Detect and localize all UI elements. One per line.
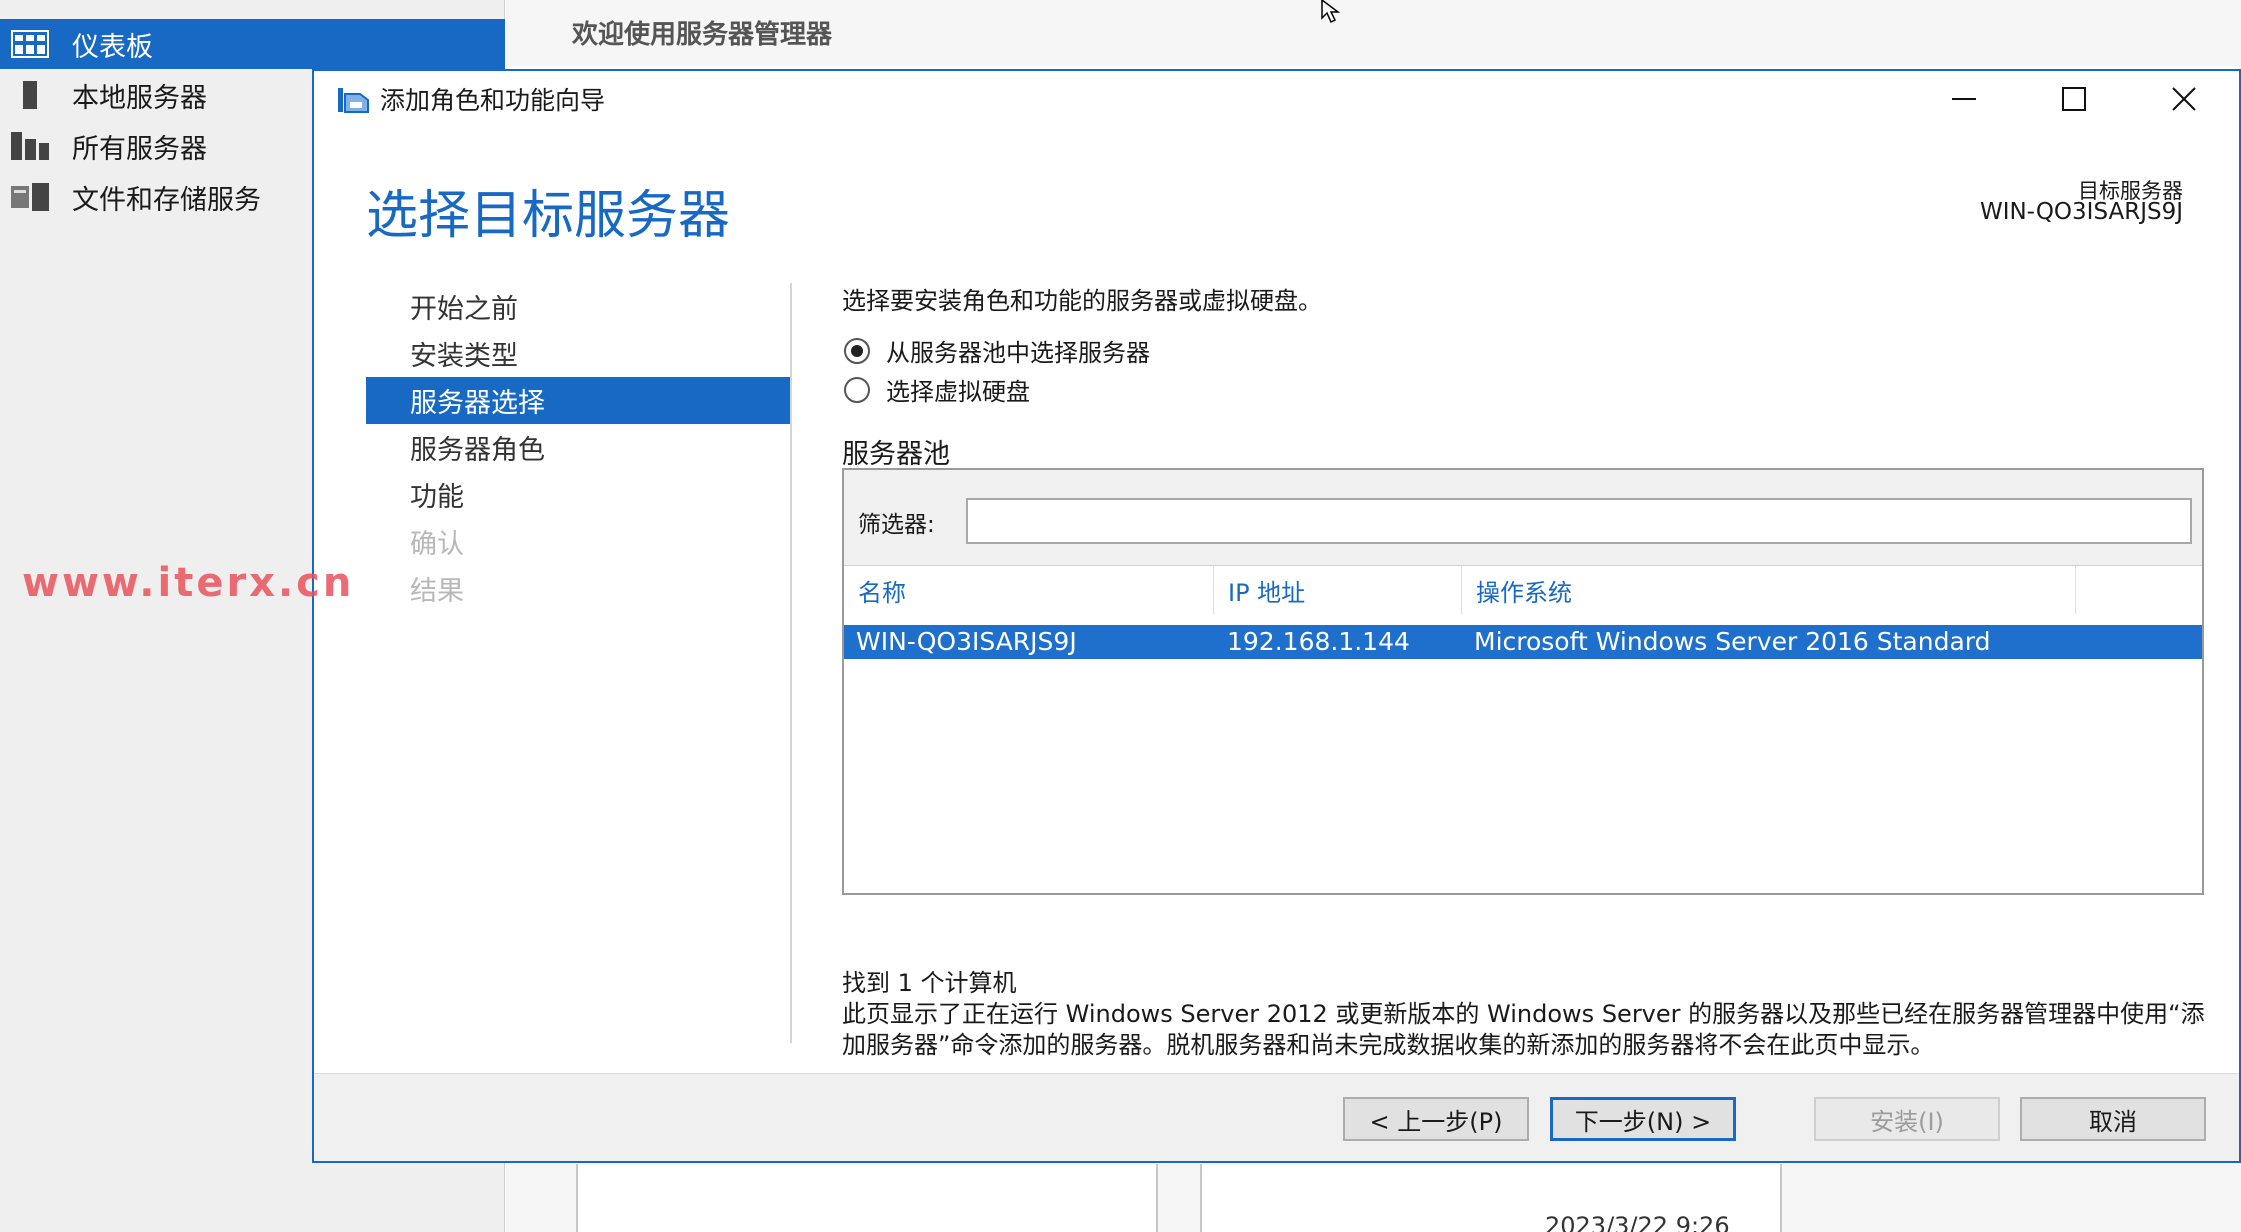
- install-button: 安装(I): [1814, 1097, 2000, 1141]
- cell-os: Microsoft Windows Server 2016 Standard: [1474, 627, 1991, 656]
- server-manager-tile: [576, 1164, 1158, 1232]
- step-server-selection[interactable]: 服务器选择: [366, 377, 790, 424]
- step-features[interactable]: 功能: [366, 471, 790, 518]
- column-header-empty: [2076, 566, 2202, 614]
- server-pool-label: 服务器池: [842, 439, 950, 470]
- target-server-value: WIN-QO3ISARJS9J: [1979, 199, 2183, 225]
- server-manager-welcome-title: 欢迎使用服务器管理器: [572, 20, 833, 50]
- server-manager-timestamp: 2023/3/22 9:26: [1545, 1212, 1730, 1232]
- dashboard-icon: [0, 30, 60, 58]
- column-header-os[interactable]: 操作系统: [1462, 566, 2076, 614]
- close-button[interactable]: [2129, 71, 2239, 127]
- previous-button[interactable]: < 上一步(P): [1343, 1097, 1529, 1141]
- nav-item-label: 所有服务器: [72, 133, 207, 165]
- file-storage-icon: [0, 182, 60, 212]
- step-before-you-begin[interactable]: 开始之前: [366, 283, 790, 330]
- column-header-name[interactable]: 名称: [844, 566, 1214, 614]
- nav-item-label: 文件和存储服务: [72, 184, 261, 216]
- option-virtual-hard-disk[interactable]: 选择虚拟硬盘: [844, 372, 1030, 407]
- table-row[interactable]: WIN-QO3ISARJS9J 192.168.1.144 Microsoft …: [844, 625, 2202, 659]
- wizard-steps: 开始之前 安装类型 服务器选择 服务器角色 功能 确认 结果: [366, 283, 790, 612]
- nav-item-dashboard[interactable]: 仪表板: [0, 19, 505, 69]
- step-installation-type[interactable]: 安装类型: [366, 330, 790, 377]
- maximize-icon: [2062, 87, 2086, 111]
- description-text: 此页显示了正在运行 Windows Server 2012 或更新版本的 Win…: [842, 1000, 2205, 1059]
- minimize-icon: [1952, 98, 1976, 100]
- radio-button-checked[interactable]: [844, 337, 870, 364]
- option-label: 选择虚拟硬盘: [886, 378, 1030, 406]
- found-count-text: 找到 1 个计算机: [842, 969, 1017, 997]
- radio-button[interactable]: [844, 376, 870, 403]
- filter-bar: 筛选器:: [844, 470, 2202, 566]
- add-roles-wizard-dialog: 添加角色和功能向导 选择目标服务器 目标服务器 WIN-QO3ISARJS9J …: [312, 69, 2241, 1163]
- next-button[interactable]: 下一步(N) >: [1550, 1097, 1736, 1141]
- nav-item-label: 本地服务器: [72, 82, 207, 114]
- column-header-ip[interactable]: IP 地址: [1214, 566, 1462, 614]
- steps-divider: [790, 283, 792, 1043]
- filter-input[interactable]: [966, 498, 2192, 544]
- local-server-icon: [0, 80, 60, 110]
- step-confirmation: 确认: [410, 529, 464, 560]
- option-server-pool[interactable]: 从服务器池中选择服务器: [844, 333, 1150, 368]
- close-icon: [2172, 87, 2196, 111]
- cell-ip: 192.168.1.144: [1227, 627, 1410, 656]
- nav-item-label: 仪表板: [72, 31, 153, 63]
- maximize-button[interactable]: [2019, 71, 2129, 127]
- watermark-text: www.iterx.cn: [22, 560, 355, 606]
- option-label: 从服务器池中选择服务器: [886, 339, 1150, 367]
- intro-text: 选择要安装角色和功能的服务器或虚拟硬盘。: [842, 287, 1322, 315]
- filter-label: 筛选器:: [858, 512, 935, 538]
- minimize-button[interactable]: [1909, 71, 2019, 127]
- dialog-titlebar[interactable]: 添加角色和功能向导: [314, 71, 2239, 127]
- cell-name: WIN-QO3ISARJS9J: [856, 627, 1077, 656]
- server-pool-table: 筛选器: 名称 IP 地址 操作系统 WIN-QO3ISARJS9J 192.1…: [842, 468, 2204, 895]
- all-servers-icon: [0, 131, 60, 161]
- cancel-button[interactable]: 取消: [2020, 1097, 2206, 1141]
- dialog-title: 添加角色和功能向导: [380, 86, 606, 115]
- dialog-footer: < 上一步(P) 下一步(N) > 安装(I) 取消: [314, 1073, 2239, 1161]
- page-title: 选择目标服务器: [366, 186, 731, 246]
- mouse-cursor-icon: [1321, 0, 1341, 24]
- step-results: 结果: [410, 576, 464, 607]
- wizard-app-icon: [336, 82, 370, 116]
- step-server-roles[interactable]: 服务器角色: [366, 424, 790, 471]
